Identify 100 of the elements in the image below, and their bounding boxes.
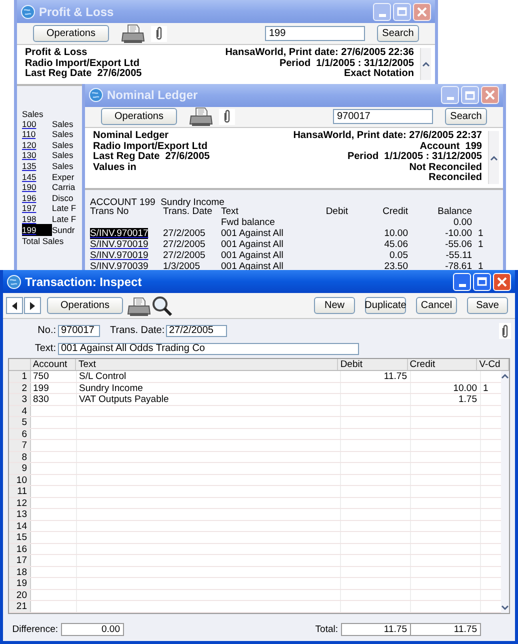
report-header-text: Account 199	[420, 142, 482, 152]
toolbar-button[interactable]: New	[314, 297, 355, 314]
input-field[interactable]: 27/2/2005	[166, 324, 227, 336]
report-header-text: Values in	[93, 162, 138, 174]
text-cell-text: 001 Against All	[221, 249, 284, 262]
window-title: Profit & Loss	[39, 4, 115, 20]
field-label: No.:	[36, 324, 57, 338]
maximize-icon	[465, 90, 475, 100]
report-header-text: Radio Import/Export Ltd	[25, 58, 140, 69]
next-button[interactable]	[24, 297, 41, 314]
account-link[interactable]: 100	[22, 118, 52, 130]
account-name: Late F	[52, 202, 76, 216]
row-number: 19	[9, 578, 31, 588]
close-icon	[417, 6, 427, 16]
balance-cell: -55.06	[445, 239, 472, 250]
credit-cell: 1.75	[458, 394, 477, 405]
toolbar-button[interactable]: Save	[467, 297, 508, 314]
credit-cell: 45.06	[384, 239, 408, 250]
account-link[interactable]: 135	[22, 160, 52, 173]
column-header: Balance	[436, 205, 472, 218]
arrow-up-icon[interactable]	[422, 60, 430, 67]
window-title: Transaction: Inspect	[25, 274, 143, 290]
report-header-text: HansaWorld, Print date: 27/6/2005 22:36	[225, 48, 414, 58]
account-cell: 199	[33, 382, 49, 394]
row-number: 9	[9, 463, 31, 474]
search-field[interactable]: 199	[265, 26, 365, 41]
printer-icon[interactable]	[127, 296, 151, 316]
account-link[interactable]: 199	[22, 224, 52, 236]
printer-icon[interactable]	[189, 106, 213, 127]
search-field[interactable]: 970017	[333, 109, 433, 124]
printer-icon[interactable]	[121, 24, 145, 44]
magnifier-icon[interactable]	[151, 294, 173, 316]
balance-cell: -55.11	[446, 250, 472, 262]
row-number: 20	[9, 590, 31, 600]
row-number: 15	[9, 532, 31, 542]
operations-button[interactable]: Operations	[47, 297, 123, 314]
report-header-text: Last Reg Date 27/6/2005	[93, 152, 210, 162]
row-number: 18	[9, 566, 31, 577]
account-heading: ACCOUNT 199 Sundry Income	[90, 196, 224, 207]
arrow-up-icon[interactable]	[501, 373, 509, 379]
account-link[interactable]: 190	[22, 181, 52, 194]
operations-button[interactable]: Operations	[101, 108, 177, 126]
input-field[interactable]: 001 Against All Odds Trading Co	[58, 342, 359, 354]
vat-code-cell: 1	[483, 382, 488, 394]
row-number: 4	[9, 406, 31, 416]
column-header: Account	[30, 359, 76, 370]
globe-icon	[21, 4, 35, 18]
close-button[interactable]	[481, 86, 499, 104]
account-name: Exper	[52, 170, 74, 184]
paperclip-icon[interactable]	[501, 324, 509, 338]
account-link[interactable]: 145	[22, 170, 52, 184]
column-header: Trans. Date	[163, 206, 214, 220]
total-label: Total:	[315, 622, 339, 636]
flag-cell: 1	[478, 239, 484, 250]
account-link[interactable]: 110	[22, 128, 52, 142]
balance-cell: -10.00	[445, 228, 472, 240]
account-link[interactable]: 196	[22, 192, 52, 205]
arrow-up-icon[interactable]	[490, 154, 498, 161]
account-cell: 750	[33, 371, 49, 382]
account-link[interactable]: 130	[22, 149, 52, 162]
input-field[interactable]: 970017	[58, 324, 100, 336]
operations-button[interactable]: Operations	[33, 25, 109, 42]
transaction-link[interactable]: S/INV.970019	[90, 250, 148, 262]
search-button[interactable]: Search	[445, 108, 487, 126]
field-label: Text:	[34, 342, 57, 356]
transaction-link[interactable]: S/INV.970017	[90, 228, 148, 240]
left-arrow-icon	[12, 302, 17, 310]
text-cell-text: 001 Against All	[221, 260, 284, 274]
maximize-button[interactable]	[461, 86, 479, 104]
row-number: 6	[9, 428, 31, 439]
previous-button[interactable]	[6, 297, 23, 314]
column-header: Debit	[338, 359, 408, 370]
arrow-down-icon[interactable]	[501, 604, 509, 610]
minimize-button[interactable]	[441, 86, 459, 104]
account-name: Sales	[52, 160, 74, 173]
balance-cell: -78.61	[445, 261, 472, 272]
row-number: 21	[9, 601, 31, 612]
date-cell-text: 27/2/2005	[163, 238, 206, 251]
total-label: Total Sales	[22, 235, 64, 248]
text-cell-text: 001 Against All	[221, 238, 284, 251]
account-link[interactable]: 198	[22, 213, 52, 226]
column-header: Debit	[324, 205, 348, 220]
credit-cell: 10.00	[384, 228, 408, 240]
field-label: Trans. Date:	[110, 324, 166, 338]
row-number: 12	[9, 498, 31, 508]
scrollbar[interactable]	[420, 48, 431, 80]
paperclip-icon[interactable]	[223, 109, 231, 124]
section-label: Sales	[22, 108, 44, 119]
flag-cell: 1	[478, 228, 484, 240]
toolbar-button[interactable]: Cancel	[416, 297, 457, 314]
account-link[interactable]: 120	[22, 138, 52, 152]
account-link[interactable]: 197	[22, 202, 52, 216]
report-header-text: Profit & Loss	[25, 48, 88, 58]
transaction-link[interactable]: S/INV.970039	[90, 261, 148, 272]
toolbar-button[interactable]: Duplicate	[365, 297, 406, 314]
search-button[interactable]: Search	[377, 25, 419, 42]
paperclip-icon[interactable]	[155, 26, 163, 41]
scrollbar[interactable]	[501, 371, 509, 612]
scrollbar[interactable]	[488, 131, 499, 184]
transaction-link[interactable]: S/INV.970019	[90, 239, 148, 250]
